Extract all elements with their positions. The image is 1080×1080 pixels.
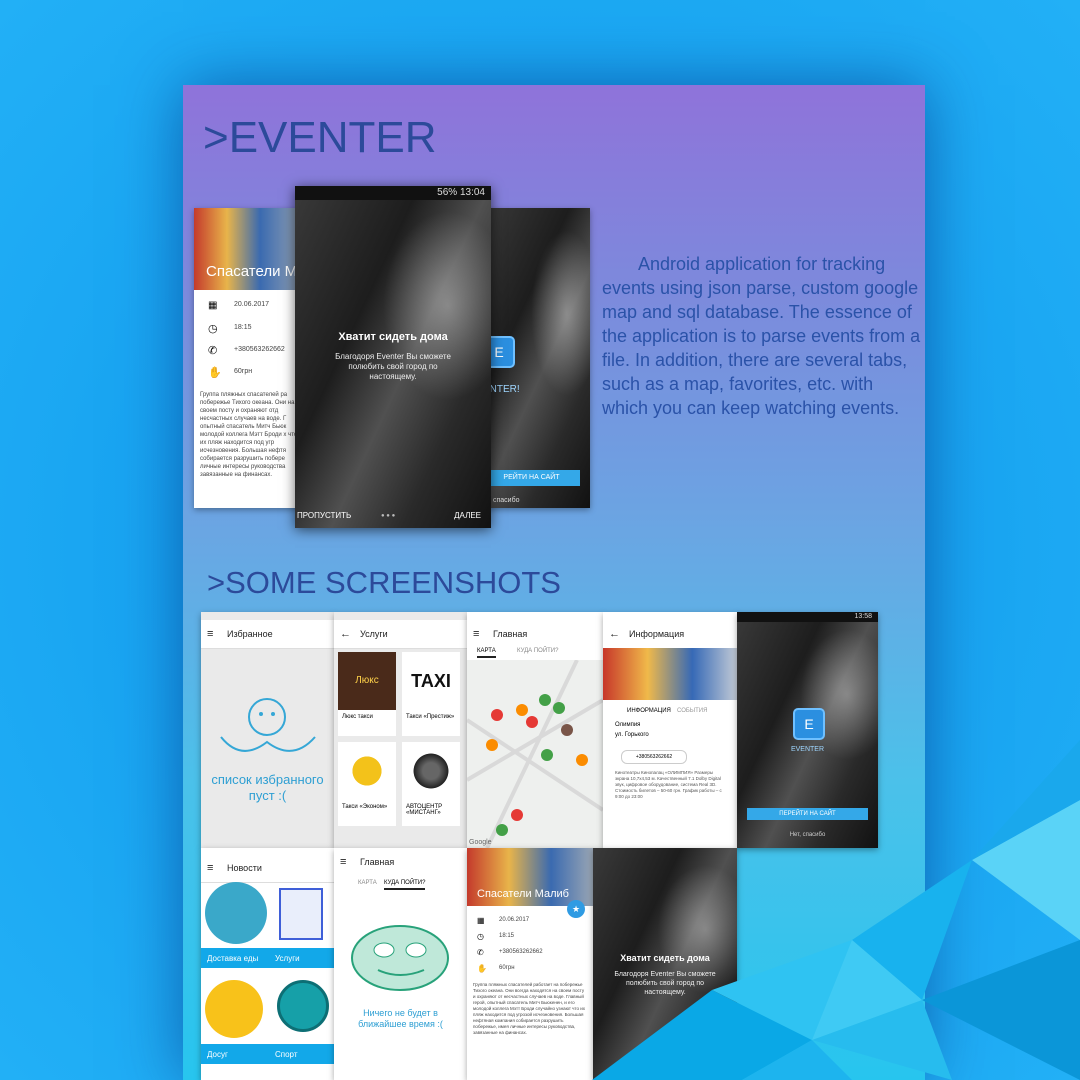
menu-icon[interactable]: ≡ <box>207 620 219 648</box>
event-time: 18:15 <box>234 324 252 331</box>
status-bar: 13:58 <box>737 612 878 622</box>
calendar-icon: ▦ <box>208 300 218 311</box>
lux-taxi-sign: Люкс <box>338 652 396 710</box>
app-icon: E <box>793 708 825 740</box>
tile-label-leisure[interactable]: Досуг <box>207 1050 228 1059</box>
description: Android application for tracking events … <box>602 254 921 418</box>
shot-services: ← Услуги Люкс Люкс такси TAXI Такси «Пре… <box>334 612 467 848</box>
tile-label-sport[interactable]: Спорт <box>275 1050 298 1059</box>
hero-event-detail-screen: Спасатели М ▦ 20.06.2017 ◷ 18:15 ✆ +3805… <box>194 208 304 508</box>
onboarding-heading: Хватит сидеть дома <box>338 331 448 343</box>
services-topbar: ← Услуги <box>334 620 467 649</box>
hero-splash-screen: E ENTER! РЕЙТИ НА САЙТ ет, спасибо <box>483 208 590 508</box>
main-topbar: ≡ Главная <box>334 848 467 876</box>
services-icon[interactable] <box>279 888 323 940</box>
service-label-3: Такси «Эконом» <box>342 804 388 810</box>
services-title: Услуги <box>360 629 388 639</box>
map-tab[interactable]: КАРТА <box>358 880 377 886</box>
shot-main-empty: ≡ Главная КАРТА КУДА ПОЙТИ? Ничего не бу… <box>334 848 467 1080</box>
news-topbar: ≡ Новости <box>201 854 334 883</box>
calendar-icon: ▦ <box>477 916 485 925</box>
tile-label-services[interactable]: Услуги <box>275 954 300 963</box>
main-title: Главная <box>360 857 395 867</box>
place-street: ул. Горького <box>615 732 649 738</box>
cinema-photo <box>603 648 737 700</box>
map-tab[interactable]: КАРТА <box>477 648 496 658</box>
skip-button[interactable]: ПРОПУСТИТЬ <box>297 511 351 520</box>
phone-icon[interactable]: ✆ <box>208 344 217 357</box>
menu-icon[interactable]: ≡ <box>340 848 352 876</box>
events-tab[interactable]: СОБЫТИЯ <box>677 708 707 714</box>
event-date: 20.06.2017 <box>499 917 530 923</box>
event-phone[interactable]: +380563262662 <box>234 346 285 353</box>
event-time: 18:15 <box>499 933 515 939</box>
tile-label-food[interactable]: Доставка еды <box>207 954 258 963</box>
menu-icon[interactable]: ≡ <box>473 620 485 648</box>
where-to-go-tab[interactable]: КУДА ПОЙТИ? <box>384 880 426 890</box>
news-title: Новости <box>227 863 262 873</box>
go-to-site-button[interactable]: РЕЙТИ НА САЙТ <box>483 470 580 486</box>
service-card-4[interactable]: АВТОЦЕНТР «МИСТАНГ» <box>402 742 460 826</box>
where-to-go-tab[interactable]: КУДА ПОЙТИ? <box>517 648 558 654</box>
favorites-topbar: ≡ Избранное <box>201 620 334 649</box>
google-logo: Google <box>469 839 492 846</box>
sport-icon[interactable] <box>277 980 329 1032</box>
menu-icon[interactable]: ≡ <box>207 854 219 882</box>
event-price: 60грн <box>499 965 515 971</box>
status-bar: 56% 13:04 <box>295 186 491 200</box>
next-button[interactable]: ДАЛЕЕ <box>454 511 481 520</box>
shot-map: ≡ Главная КАРТА КУДА ПОЙТИ? Google <box>467 612 603 848</box>
shot-event-detail: Спасатели Малиб ★ ▦ 20.06.2017 ◷ 18:15 ✆… <box>467 848 593 1080</box>
screenshots-title: >SOME SCREENSHOTS <box>207 565 561 600</box>
money-icon: ✋ <box>208 367 222 379</box>
event-description: Группа пляжных спасателей работает на по… <box>473 982 586 1035</box>
event-date: 20.06.2017 <box>234 301 270 308</box>
service-card-1[interactable]: Люкс Люкс такси <box>338 652 396 736</box>
service-card-3[interactable]: Такси «Эконом» <box>338 742 396 826</box>
shot-favorites: ≡ Избранное список избранного пуст :( <box>201 612 334 848</box>
back-arrow-icon[interactable]: ← <box>340 620 352 648</box>
frog-drawing <box>351 925 449 991</box>
info-topbar: ← Информация <box>603 620 737 649</box>
map-view[interactable]: Google <box>467 659 603 848</box>
map-topbar: ≡ Главная <box>467 620 603 648</box>
service-label-2: Такси «Престиж» <box>406 714 455 720</box>
favorites-empty-text: список избранного пуст :( <box>211 772 324 803</box>
onboarding-body: Благодоря Eventer Вы сможете полюбить св… <box>335 352 451 381</box>
page-title: >EVENTER <box>203 113 437 162</box>
event-phone[interactable]: +380563262662 <box>499 949 543 955</box>
hero-onboarding-screen: 56% 13:04 Хватит сидеть дома Благодоря E… <box>295 186 491 528</box>
money-icon: ✋ <box>477 964 487 973</box>
empty-events-text: Ничего не будет в ближайшее время :( <box>358 1008 443 1029</box>
back-arrow-icon[interactable]: ← <box>609 620 621 648</box>
phone-icon[interactable]: ✆ <box>477 948 484 957</box>
clock-icon: ◷ <box>477 932 484 941</box>
service-label-4: АВТОЦЕНТР «МИСТАНГ» <box>406 804 443 816</box>
taxi-sign: TAXI <box>411 671 451 691</box>
shrug-drawing <box>220 698 316 752</box>
map-roads <box>467 659 603 848</box>
autocenter-wheel <box>402 742 460 800</box>
clock-icon: ◷ <box>208 323 218 335</box>
event-title: Спасатели М <box>206 263 298 280</box>
event-title: Спасатели Малиб <box>477 888 569 900</box>
info-tab[interactable]: ИНФОРМАЦИЯ <box>627 708 671 714</box>
low-poly-decoration <box>592 740 1080 1080</box>
service-card-2[interactable]: TAXI Такси «Престиж» <box>402 652 460 736</box>
info-title: Информация <box>629 629 685 639</box>
food-delivery-icon[interactable] <box>205 882 267 944</box>
leisure-icon[interactable] <box>205 980 263 1038</box>
map-title: Главная <box>493 629 528 639</box>
favorites-title: Избранное <box>227 629 273 639</box>
place-name: Олимпия <box>615 722 641 728</box>
event-price: 60грн <box>234 368 253 375</box>
page-dots: ● ● ● <box>381 513 396 519</box>
shot-news: ≡ Новости Доставка еды Услуги Досуг Спор… <box>201 848 334 1080</box>
favorite-star-button[interactable]: ★ <box>567 900 585 918</box>
service-label-1: Люкс такси <box>342 714 373 720</box>
econom-taxi-logo <box>338 742 396 800</box>
event-description: Группа пляжных спасателей ра побережье Т… <box>200 392 298 478</box>
